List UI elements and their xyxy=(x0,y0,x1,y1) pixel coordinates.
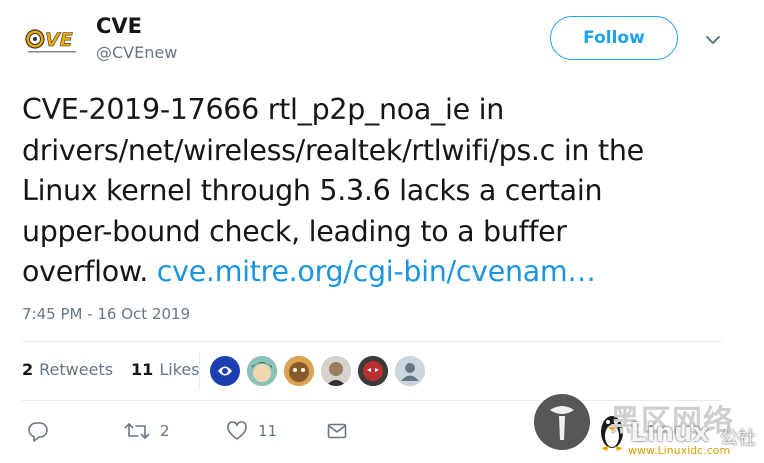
tweet-text-line: Linux kernel through 5.3.6 lacks a certa… xyxy=(22,174,603,207)
tweet-text-line: overflow. cve.mitre.org/cgi-bin/cvenam… xyxy=(22,252,742,293)
cve-logo-icon: VE xyxy=(24,22,80,56)
tweet-card: VE CVE @CVEnew Follow CVE-2019-17666 rtl… xyxy=(0,0,764,459)
liker-avatar[interactable] xyxy=(247,356,277,386)
liker-avatar[interactable] xyxy=(321,356,351,386)
tweet-text-line: drivers/net/wireless/realtek/rtlwifi/ps.… xyxy=(22,133,644,167)
likes-count[interactable]: 11 xyxy=(131,360,153,379)
avatar[interactable]: VE xyxy=(22,14,82,64)
display-name[interactable]: CVE xyxy=(96,14,142,38)
svg-text:VE: VE xyxy=(45,29,73,51)
timestamp[interactable]: 7:45 PM - 16 Oct 2019 xyxy=(22,305,190,323)
like-count: 11 xyxy=(258,422,278,440)
tweet-stats: 2 Retweets 11 Likes xyxy=(22,360,200,379)
liker-avatars xyxy=(210,356,432,386)
like-button[interactable]: 11 xyxy=(226,420,277,442)
liker-avatar[interactable] xyxy=(358,356,388,386)
liker-avatar[interactable] xyxy=(210,356,240,386)
envelope-icon xyxy=(327,423,347,439)
liker-avatar[interactable] xyxy=(284,356,314,386)
reply-button[interactable] xyxy=(27,420,49,442)
tweet-link[interactable]: cve.mitre.org/cgi-bin/cvenam… xyxy=(157,255,596,288)
tweet-text: CVE-2019-17666 rtl_p2p_noa_ie in drivers… xyxy=(22,90,742,293)
heart-icon xyxy=(227,421,247,440)
stats-separator xyxy=(199,352,200,390)
tweet-text-line: upper-bound check, leading to a buffer xyxy=(22,214,567,248)
retweet-button[interactable]: 2 xyxy=(124,420,170,442)
liker-avatar[interactable] xyxy=(395,356,425,386)
tweet-text-line: CVE-2019-17666 rtl_p2p_noa_ie in xyxy=(22,93,504,126)
retweet-icon xyxy=(124,423,150,439)
divider xyxy=(22,341,722,342)
reply-icon xyxy=(28,422,48,442)
direct-message-button[interactable] xyxy=(326,420,348,442)
watermark: 黑区网络 Linux 公社 www.Linuxidc.com xyxy=(530,392,764,459)
likes-label[interactable]: Likes xyxy=(159,360,199,379)
retweet-count: 2 xyxy=(160,422,170,440)
chevron-down-icon[interactable] xyxy=(703,30,723,50)
retweets-count[interactable]: 2 xyxy=(22,360,33,379)
follow-button[interactable]: Follow xyxy=(550,16,678,60)
watermark-site: www.Linuxidc.com xyxy=(628,444,731,457)
tweet-text-fragment: overflow. xyxy=(22,255,148,288)
retweets-label[interactable]: Retweets xyxy=(39,360,113,379)
handle[interactable]: @CVEnew xyxy=(96,43,177,62)
